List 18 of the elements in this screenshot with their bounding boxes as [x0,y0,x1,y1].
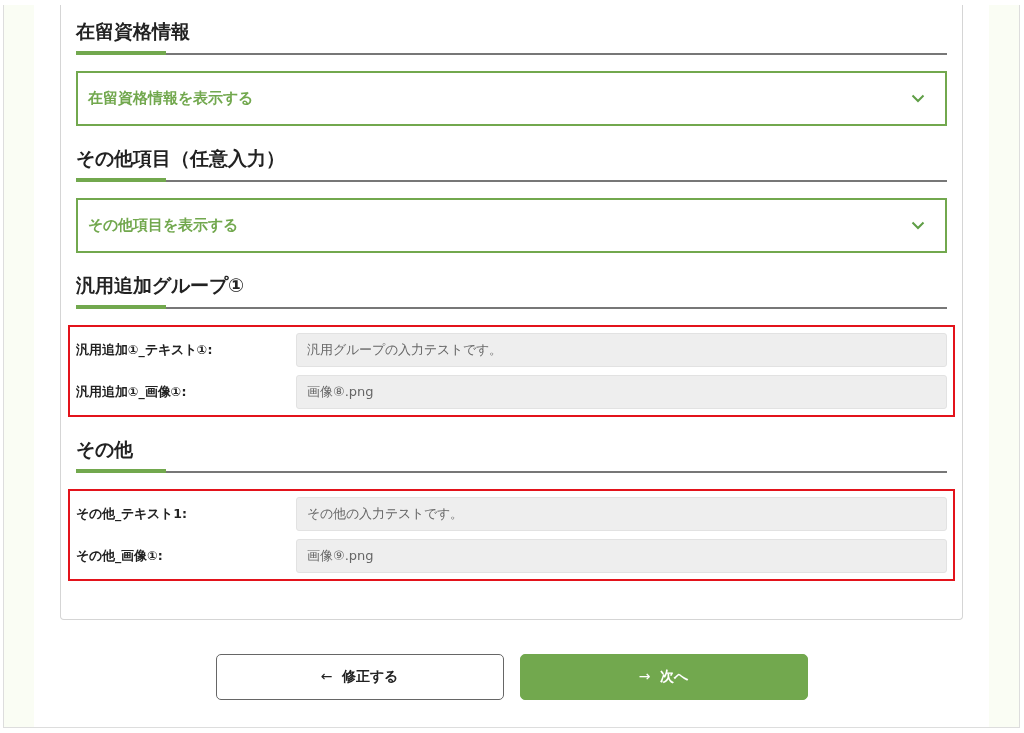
readonly-field: 画像⑨.png [296,539,947,573]
next-button[interactable]: → 次へ [519,654,808,700]
back-button[interactable]: ← 修正する [215,654,504,700]
accordion-toggle[interactable]: 在留資格情報を表示する [76,71,947,126]
accordion-toggle[interactable]: その他項目を表示する [76,198,947,253]
field-label: その他_画像①: [76,547,164,565]
section-heading: その他項目（任意入力） [76,146,286,171]
field-label: その他_テキスト1: [76,505,188,523]
section-heading: 汎用追加グループ① [76,273,246,298]
chevron-icon [911,94,925,103]
readonly-field: その他の入力テストです。 [296,497,947,531]
field-label: 汎用追加①_画像①: [76,383,188,401]
section-heading: その他 [76,437,134,462]
section-heading: 在留資格情報 [76,19,191,44]
field-label: 汎用追加①_テキスト①: [76,341,214,359]
readonly-field: 画像⑧.png [296,375,947,409]
chevron-icon [911,221,925,230]
readonly-field: 汎用グループの入力テストです。 [296,333,947,367]
